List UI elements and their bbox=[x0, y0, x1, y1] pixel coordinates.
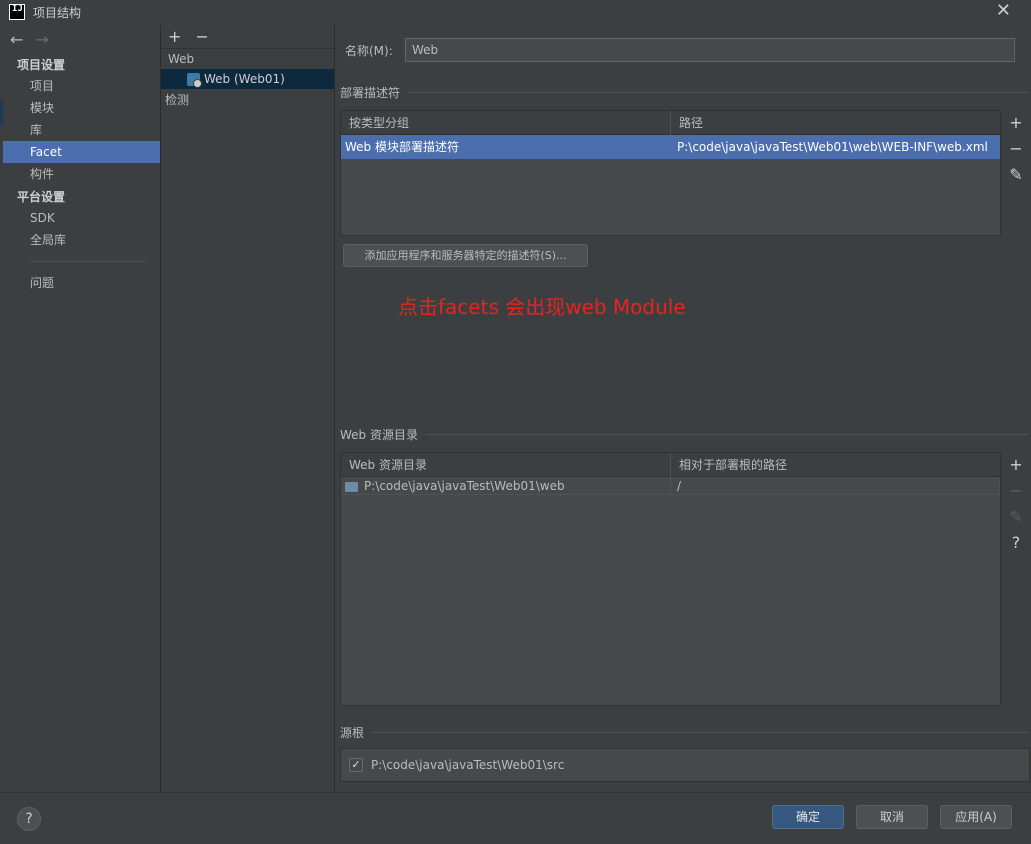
pencil-icon[interactable]: ✎ bbox=[1009, 162, 1022, 188]
source-root-path: P:\code\java\javaTest\Web01\src bbox=[371, 758, 565, 772]
web-resource-path: P:\code\java\javaTest\Web01\web bbox=[364, 479, 565, 493]
add-descriptor-button[interactable]: 添加应用程序和服务器特定的描述符(S)... bbox=[343, 244, 588, 267]
cancel-button[interactable]: 取消 bbox=[856, 805, 928, 829]
apply-button[interactable]: 应用(A) bbox=[940, 805, 1012, 829]
folder-icon bbox=[345, 481, 358, 492]
ok-button[interactable]: 确定 bbox=[772, 805, 844, 829]
minus-icon[interactable]: − bbox=[1009, 478, 1022, 504]
web-resources-section-title: Web 资源目录 bbox=[340, 426, 1028, 443]
window-title: 项目结构 bbox=[33, 5, 82, 20]
column-header[interactable]: 路径 bbox=[671, 111, 1000, 135]
table-cell: P:\code\java\javaTest\Web01\web\WEB-INF\… bbox=[677, 140, 988, 154]
column-header[interactable]: Web 资源目录 bbox=[341, 453, 671, 477]
sidebar-separator bbox=[30, 261, 146, 262]
sidebar-item-global-libraries[interactable]: 全局库 bbox=[3, 229, 160, 251]
sidebar-item-artifacts[interactable]: 构件 bbox=[3, 163, 160, 185]
table-row[interactable]: P:\code\java\javaTest\Web01\web / bbox=[341, 477, 1000, 495]
table-header: Web 资源目录 相对于部署根的路径 bbox=[341, 453, 1000, 477]
minus-icon[interactable]: − bbox=[195, 27, 208, 46]
web-resources-table-tools: + − ✎ ? bbox=[1001, 452, 1031, 556]
table-cell: Web 模块部署描述符 bbox=[345, 140, 459, 154]
sidebar-item-modules[interactable]: 模块 bbox=[3, 97, 160, 119]
sidebar-item-problems[interactable]: 问题 bbox=[3, 272, 160, 294]
section-rule bbox=[408, 92, 1028, 93]
back-arrow-icon[interactable]: ← bbox=[10, 30, 23, 49]
table-row[interactable]: Web 模块部署描述符 P:\code\java\javaTest\Web01\… bbox=[341, 135, 1000, 159]
source-roots-list: ✓ P:\code\java\javaTest\Web01\src bbox=[340, 748, 1030, 782]
sidebar-item-sdk[interactable]: SDK bbox=[3, 207, 160, 229]
source-roots-section-label: 源根 bbox=[340, 726, 365, 740]
group-platform-settings: 平台设置 bbox=[17, 190, 66, 204]
source-root-checkbox[interactable]: ✓ bbox=[349, 758, 363, 772]
name-label: 名称(M): bbox=[345, 43, 393, 58]
plus-icon[interactable]: + bbox=[1009, 452, 1022, 478]
tree-node-web-web01[interactable]: Web (Web01) bbox=[161, 69, 334, 89]
sidebar-item-facets[interactable]: Facet bbox=[3, 141, 160, 163]
web-resources-table: Web 资源目录 相对于部署根的路径 P:\code\java\javaTest… bbox=[340, 452, 1001, 706]
deploy-section-label: 部署描述符 bbox=[340, 86, 401, 100]
plus-icon[interactable]: + bbox=[1009, 110, 1022, 136]
section-rule bbox=[426, 434, 1028, 435]
web-resources-section-label: Web 资源目录 bbox=[340, 428, 418, 442]
annotation-text: 点击facets 会出现web Module bbox=[398, 295, 686, 319]
tree-toolbar: + − bbox=[161, 25, 334, 49]
pencil-icon[interactable]: ✎ bbox=[1009, 504, 1022, 530]
sidebar-item-libraries[interactable]: 库 bbox=[3, 119, 160, 141]
sidebar-item-project[interactable]: 项目 bbox=[3, 75, 160, 97]
table-header: 按类型分组 路径 bbox=[341, 111, 1000, 135]
help-button[interactable]: ? bbox=[17, 807, 41, 831]
title-bar: IJ 项目结构 ✕ bbox=[0, 0, 1031, 24]
facet-tree-pane: + − Web Web (Web01) 检测 bbox=[161, 25, 334, 792]
plus-icon[interactable]: + bbox=[168, 27, 181, 46]
column-header[interactable]: 按类型分组 bbox=[341, 111, 671, 135]
group-project-settings: 项目设置 bbox=[17, 58, 66, 72]
column-header[interactable]: 相对于部署根的路径 bbox=[671, 453, 1000, 477]
facet-details-pane: 名称(M): 部署描述符 按类型分组 路径 Web 模块部署描述符 P:\cod… bbox=[335, 25, 1031, 792]
section-rule bbox=[372, 732, 1028, 733]
name-input[interactable] bbox=[405, 38, 1015, 62]
deploy-table-tools: + − ✎ bbox=[1001, 110, 1031, 188]
nav-arrows: ← → bbox=[3, 25, 160, 53]
table-cell: / bbox=[671, 477, 1000, 495]
table-cell: P:\code\java\javaTest\Web01\web bbox=[341, 477, 671, 495]
dialog-button-bar: ? 确定 取消 应用(A) bbox=[0, 792, 1031, 844]
deploy-descriptors-table: 按类型分组 路径 Web 模块部署描述符 P:\code\java\javaTe… bbox=[340, 110, 1001, 236]
intellij-logo-icon: IJ bbox=[9, 4, 25, 20]
close-icon[interactable]: ✕ bbox=[996, 2, 1011, 20]
tree-node-detection[interactable]: 检测 bbox=[161, 89, 334, 111]
name-row: 名称(M): bbox=[345, 38, 1015, 62]
settings-sidebar: ← → 项目设置 项目 模块 库 Facet 构件 平台设置 SDK 全局库 问… bbox=[3, 25, 160, 792]
deploy-section-title: 部署描述符 bbox=[340, 84, 1028, 101]
tree-node-label: Web (Web01) bbox=[204, 72, 285, 86]
source-roots-section-title: 源根 bbox=[340, 724, 1028, 741]
web-facet-icon bbox=[187, 72, 202, 88]
forward-arrow-icon[interactable]: → bbox=[35, 30, 48, 49]
question-icon[interactable]: ? bbox=[1012, 530, 1021, 556]
minus-icon[interactable]: − bbox=[1009, 136, 1022, 162]
tree-node-web[interactable]: Web bbox=[161, 49, 334, 69]
